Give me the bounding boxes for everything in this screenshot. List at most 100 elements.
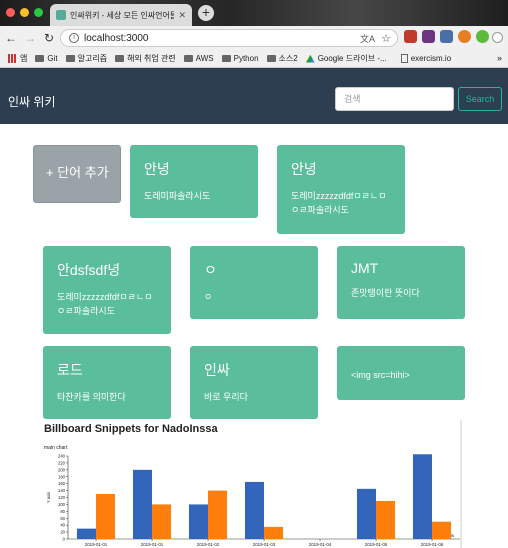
extension-icon[interactable] bbox=[422, 30, 435, 43]
folder-icon bbox=[115, 55, 125, 62]
address-toolbar: ← → ↻ i localhost:3000 文A ☆ bbox=[0, 26, 508, 50]
word-title: 로드 bbox=[57, 362, 83, 378]
bookmark-star-icon[interactable]: ☆ bbox=[381, 32, 391, 45]
forward-icon[interactable]: → bbox=[22, 31, 38, 45]
bar bbox=[432, 521, 452, 539]
y-tick-label: 220 bbox=[58, 460, 66, 465]
window-controls bbox=[6, 8, 43, 17]
word-card[interactable]: JMT 존맛탱이란 뜻이다 bbox=[337, 246, 465, 319]
browser-tabbar: 인싸위키 - 세상 모든 인싸언어들 ✕ + bbox=[0, 0, 508, 26]
add-word-button[interactable]: + 단어 추가 bbox=[33, 145, 121, 203]
bookmark-label: Python bbox=[233, 54, 259, 63]
extension-icon[interactable] bbox=[404, 30, 417, 43]
x-tick-label: 2019-01-06 bbox=[421, 542, 444, 547]
word-card[interactable]: <img src=hihi> bbox=[337, 346, 465, 400]
bookmark-google-drive[interactable]: Google 드라이브 -... bbox=[305, 53, 387, 64]
bookmark-overseas-jobs[interactable]: 해외 취업 관련 bbox=[115, 53, 176, 64]
extension-icon[interactable] bbox=[458, 30, 471, 43]
bookmark-apps[interactable]: 앱 bbox=[8, 53, 27, 64]
word-description: <img src=hihi> bbox=[351, 370, 410, 380]
y-tick-label: 100 bbox=[58, 502, 66, 507]
page-icon bbox=[400, 54, 408, 63]
brand-link[interactable]: 인싸 위키 bbox=[8, 93, 56, 110]
folder-icon bbox=[35, 55, 45, 62]
favicon-icon bbox=[56, 10, 66, 20]
y-tick-label: 180 bbox=[58, 474, 66, 479]
search-input[interactable] bbox=[335, 87, 454, 111]
word-description: 도레미zzzzzdfdfㅁㄹㄴㅁㅇㄹ파솔라시도 bbox=[291, 191, 387, 215]
folder-icon bbox=[183, 55, 193, 62]
profile-avatar-icon[interactable] bbox=[476, 30, 489, 43]
browser-tab[interactable]: 인싸위키 - 세상 모든 인싸언어들 ✕ bbox=[50, 4, 192, 26]
bookmark-aws[interactable]: AWS bbox=[183, 54, 214, 63]
bookmark-label: exercism.io bbox=[410, 54, 452, 63]
y-axis-label: Y axis bbox=[46, 492, 51, 503]
more-bookmarks-icon[interactable]: » bbox=[497, 53, 502, 63]
y-tick-label: 120 bbox=[58, 495, 66, 500]
new-tab-button[interactable]: + bbox=[198, 5, 214, 21]
folder-icon bbox=[266, 55, 276, 62]
y-tick-label: 80 bbox=[60, 509, 65, 514]
bookmark-exercism[interactable]: exercism.io bbox=[400, 54, 452, 63]
google-drive-icon bbox=[305, 54, 315, 63]
translate-icon[interactable]: 文A bbox=[360, 32, 375, 45]
minimize-window-icon[interactable] bbox=[20, 8, 29, 17]
bar bbox=[208, 490, 228, 539]
y-tick-label: 200 bbox=[58, 467, 66, 472]
word-title: 안녕 bbox=[144, 161, 170, 177]
bar bbox=[264, 526, 284, 539]
x-tick-label: 2019-01-01 bbox=[85, 542, 108, 547]
bookmark-label: 알고리즘 bbox=[77, 54, 108, 63]
word-description: 도레미zzzzzdfdfㅁㄹㄴㅁㅇㄹ파솔라시도 bbox=[57, 292, 153, 316]
reload-icon[interactable]: ↻ bbox=[41, 31, 57, 45]
bookmark-label: AWS bbox=[195, 54, 214, 63]
y-tick-label: 0 bbox=[63, 537, 66, 542]
y-tick-label: 20 bbox=[60, 530, 65, 535]
extensions-area bbox=[404, 30, 489, 43]
x-tick-label: 2019-01-05 bbox=[365, 542, 388, 547]
bar bbox=[132, 469, 152, 539]
word-description: 존맛탱이란 뜻이다 bbox=[351, 288, 420, 298]
bookmark-label: Google 드라이브 -... bbox=[317, 54, 387, 63]
close-tab-icon[interactable]: ✕ bbox=[178, 10, 186, 21]
extension-icon[interactable] bbox=[440, 30, 453, 43]
x-tick-label: 2019-01-03 bbox=[253, 542, 276, 547]
url-field[interactable]: i localhost:3000 文A ☆ bbox=[60, 29, 398, 47]
word-card[interactable]: ㅇ ㅇ bbox=[190, 246, 318, 319]
search-button[interactable]: Search bbox=[458, 87, 502, 111]
bookmark-label: 해외 취업 관련 bbox=[127, 54, 176, 63]
maximize-window-icon[interactable] bbox=[34, 8, 43, 17]
word-title: 인싸 bbox=[204, 362, 230, 378]
site-info-icon[interactable]: i bbox=[69, 33, 79, 43]
word-description: 타찬카를 의미한다 bbox=[57, 392, 126, 402]
browser-menu-icon[interactable] bbox=[492, 32, 503, 43]
y-tick-label: 160 bbox=[58, 481, 66, 486]
word-card[interactable]: 로드 타찬카를 의미한다 bbox=[43, 346, 171, 419]
bookmark-source2[interactable]: 소스2 bbox=[266, 53, 298, 64]
word-card[interactable]: 안녕 도레미파솔라시도 bbox=[130, 145, 258, 218]
word-title: 안녕 bbox=[291, 161, 317, 177]
bookmarks-bar: 앱 Git 알고리즘 해외 취업 관련 AWS Python 소스2 Googl… bbox=[0, 50, 508, 68]
word-card[interactable]: 안dsfsdf녕 도레미zzzzzdfdfㅁㄹㄴㅁㅇㄹ파솔라시도 bbox=[43, 246, 171, 334]
folder-icon bbox=[65, 55, 75, 62]
back-icon[interactable]: ← bbox=[3, 31, 19, 45]
close-window-icon[interactable] bbox=[6, 8, 15, 17]
bookmark-python[interactable]: Python bbox=[221, 54, 259, 63]
bookmark-git[interactable]: Git bbox=[35, 54, 58, 63]
app-navbar: 인싸 위키 Search bbox=[0, 68, 508, 124]
word-card[interactable]: 안녕 도레미zzzzzdfdfㅁㄹㄴㅁㅇㄹ파솔라시도 bbox=[277, 145, 405, 234]
bar-chart: main chart 0 20 40 60 80 100 120 140 160 180 200 22… bbox=[44, 420, 462, 548]
bar bbox=[244, 481, 264, 539]
bar bbox=[412, 454, 432, 539]
x-tick-label: 2019-01-04 bbox=[309, 542, 332, 547]
word-description: 바로 우리다 bbox=[204, 392, 248, 402]
bar bbox=[152, 504, 172, 539]
word-card[interactable]: 인싸 바로 우리다 bbox=[190, 346, 318, 419]
x-tick-label: 2019-01-02 bbox=[197, 542, 220, 547]
url-text: localhost:3000 bbox=[84, 32, 149, 44]
y-tick-label: 60 bbox=[60, 516, 65, 521]
bookmark-algorithms[interactable]: 알고리즘 bbox=[65, 53, 108, 64]
word-title: 안dsfsdf녕 bbox=[57, 262, 121, 278]
word-description: ㅇ bbox=[204, 292, 213, 302]
y-tick-label: 240 bbox=[58, 454, 66, 459]
